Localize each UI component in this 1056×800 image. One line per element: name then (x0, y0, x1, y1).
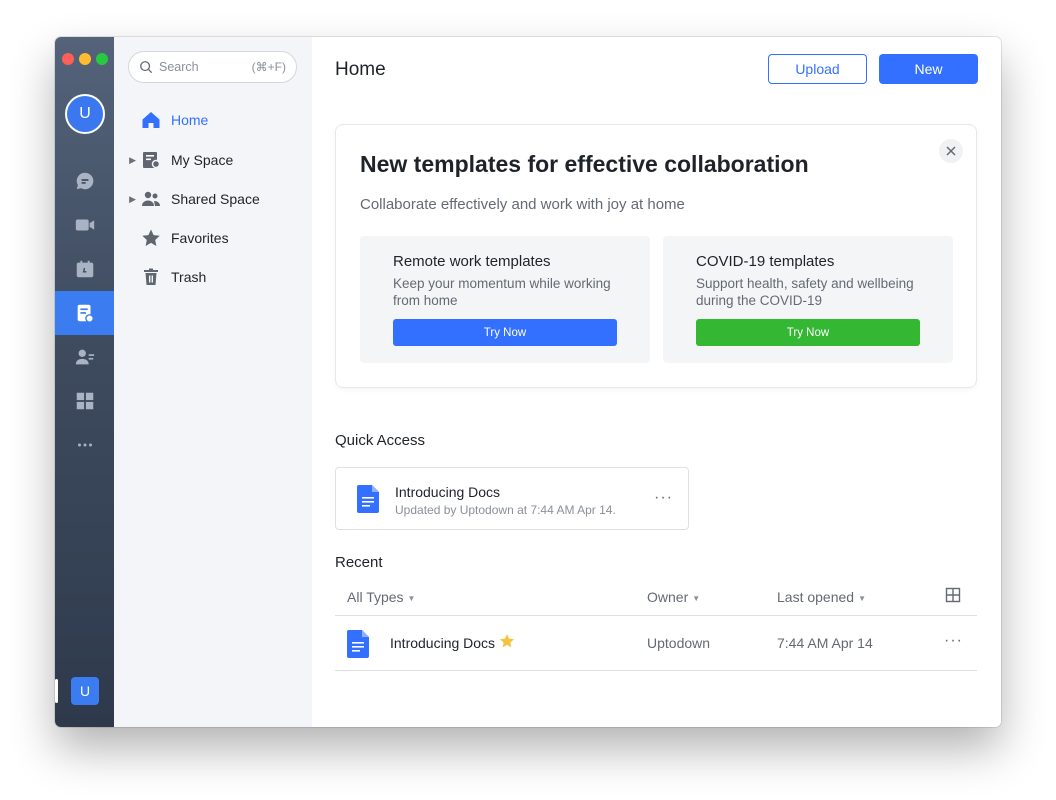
template-card-title: COVID-19 templates (696, 253, 835, 270)
recent-table-header: All Types ▼ Owner ▼ Last opened ▼ (335, 582, 977, 616)
chat-icon (76, 172, 93, 190)
upload-button[interactable]: Upload (768, 54, 867, 84)
profile-avatar[interactable]: U (71, 677, 99, 705)
close-icon (946, 146, 956, 156)
rail-item-more[interactable] (55, 423, 114, 467)
row-owner: Uptodown (647, 635, 711, 651)
banner-subtitle: Collaborate effectively and work with jo… (360, 196, 685, 213)
contacts-icon (75, 349, 94, 365)
user-avatar[interactable]: U (65, 94, 105, 134)
zoom-window-button[interactable] (96, 53, 108, 65)
my-space-icon (143, 152, 161, 169)
more-icon (77, 443, 92, 447)
expand-caret-icon[interactable]: ▶ (114, 194, 138, 205)
templates-banner: New templates for effective collaboratio… (335, 124, 977, 388)
nav-item-label: Trash (171, 269, 207, 285)
chevron-down-icon: ▼ (407, 593, 416, 603)
row-name: Introducing Docs (390, 635, 496, 651)
rail-item-workplace[interactable] (55, 379, 114, 423)
quick-access-item[interactable]: Introducing Docs Updated by Uptodown at … (335, 467, 689, 530)
trash-icon (144, 268, 158, 285)
nav-item-label: My Space (171, 152, 234, 168)
chevron-down-icon: ▼ (858, 593, 866, 603)
template-card-title: Remote work templates (393, 253, 551, 270)
more-options-icon[interactable]: ··· (654, 489, 673, 507)
workplace-icon (76, 392, 93, 410)
docs-icon (77, 304, 94, 323)
rail-item-contacts[interactable] (55, 335, 114, 379)
search-input[interactable]: Search (⌘+F) (128, 51, 297, 83)
shared-space-icon (142, 191, 160, 206)
try-now-button[interactable]: Try Now (696, 319, 920, 346)
nav-item-label: Home (171, 112, 209, 128)
nav-item-favorites[interactable]: Favorites (114, 220, 312, 256)
expand-caret-icon[interactable]: ▶ (114, 155, 138, 166)
app-window: U U Search (⌘+F) Home ▶ My Space ▶ Share… (55, 37, 1001, 727)
window-controls (62, 53, 108, 65)
row-last-opened: 7:44 AM Apr 14 (777, 635, 873, 651)
docs-nav-panel: Search (⌘+F) Home ▶ My Space ▶ Shared Sp… (114, 37, 312, 727)
doc-file-icon (347, 630, 369, 658)
nav-item-label: Shared Space (171, 191, 260, 207)
search-placeholder: Search (159, 60, 199, 74)
nav-item-trash[interactable]: Trash (114, 259, 312, 295)
template-card-description: Support health, safety and wellbeing dur… (696, 276, 914, 308)
quick-access-title: Quick Access (335, 432, 426, 449)
close-window-button[interactable] (62, 53, 74, 65)
banner-title: New templates for effective collaboratio… (360, 151, 809, 177)
minimize-window-button[interactable] (79, 53, 91, 65)
quick-access-meta: Updated by Uptodown at 7:44 AM Apr 14. (395, 503, 616, 517)
home-icon (142, 112, 160, 128)
template-card-description: Keep your momentum while working from ho… (393, 276, 611, 308)
rail-item-docs[interactable] (55, 291, 114, 335)
new-button[interactable]: New (879, 54, 978, 84)
nav-item-my-space[interactable]: ▶ My Space (114, 142, 312, 178)
rail-item-video[interactable] (55, 203, 114, 247)
nav-item-shared-space[interactable]: ▶ Shared Space (114, 181, 312, 217)
page-title: Home (335, 59, 386, 80)
template-card-remote-work: Remote work templates Keep your momentum… (360, 236, 650, 363)
rail-item-calendar[interactable] (55, 247, 114, 291)
nav-item-home[interactable]: Home (114, 102, 312, 138)
app-rail: U U (55, 37, 114, 727)
main-content: Home Upload New New templates for effect… (312, 37, 1001, 727)
star-icon (142, 229, 160, 246)
template-card-covid: COVID-19 templates Support health, safet… (663, 236, 953, 363)
nav-item-label: Favorites (171, 230, 229, 246)
recent-title: Recent (335, 554, 383, 571)
banner-close-button[interactable] (939, 139, 963, 163)
video-icon (75, 219, 94, 231)
try-now-button[interactable]: Try Now (393, 319, 617, 346)
rail-indicator (55, 679, 58, 703)
table-row[interactable]: Introducing Docs Uptodown 7:44 AM Apr 14… (335, 616, 977, 671)
filter-type-dropdown[interactable]: All Types ▼ (347, 589, 415, 605)
rail-item-chat[interactable] (55, 159, 114, 203)
grid-view-icon[interactable] (945, 587, 961, 603)
starred-icon[interactable] (499, 633, 515, 649)
doc-file-icon (357, 485, 379, 513)
more-options-icon[interactable]: ··· (944, 632, 963, 650)
quick-access-name: Introducing Docs (395, 484, 501, 500)
filter-owner-dropdown[interactable]: Owner ▼ (647, 589, 700, 605)
calendar-icon (76, 260, 93, 278)
chevron-down-icon: ▼ (692, 593, 701, 603)
search-icon (140, 61, 153, 74)
sort-last-opened-dropdown[interactable]: Last opened ▼ (777, 589, 866, 605)
search-shortcut: (⌘+F) (251, 60, 286, 74)
